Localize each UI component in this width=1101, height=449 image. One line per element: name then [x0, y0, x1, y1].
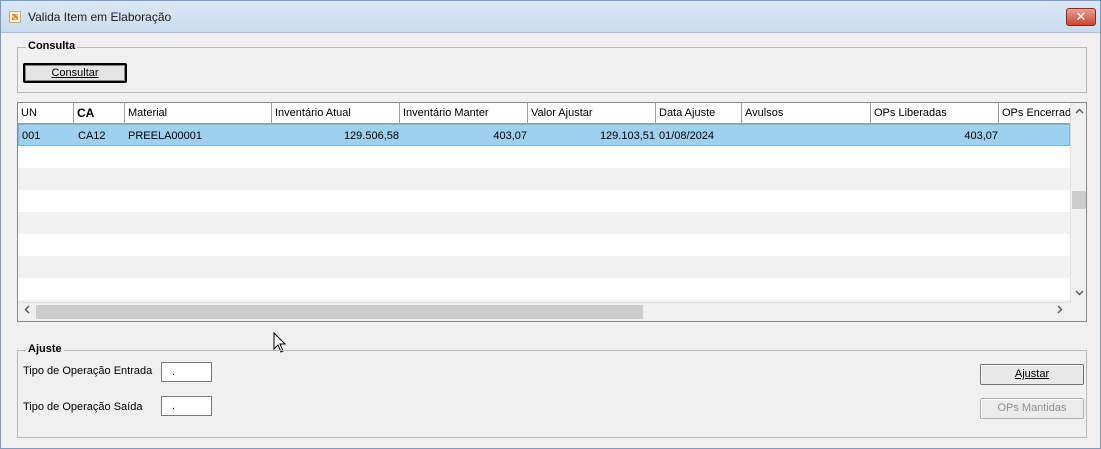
empty-row	[18, 146, 1070, 168]
ajuste-legend: Ajuste	[26, 343, 64, 355]
cell-un: 001	[22, 130, 41, 142]
tipo-operacao-saida-field[interactable]: .	[161, 396, 212, 416]
cell-inventario-manter: 403,07	[493, 130, 527, 142]
horizontal-scrollbar[interactable]	[18, 302, 1070, 321]
col-header-avulsos[interactable]: Avulsos	[742, 103, 871, 123]
title-bar[interactable]: Valida Item em Elaboração ✕	[1, 1, 1100, 33]
app-icon	[9, 11, 21, 23]
main-window: Valida Item em Elaboração ✕ Consulta Con…	[0, 0, 1101, 449]
cell-inventario-atual: 129.506,58	[343, 130, 399, 142]
consultar-button[interactable]: Consultar	[23, 63, 127, 83]
col-header-material[interactable]: Material	[125, 103, 272, 123]
empty-row	[18, 212, 1070, 234]
scroll-left-icon[interactable]	[19, 304, 35, 320]
ops-mantidas-button-label: OPs Mantidas	[997, 402, 1067, 414]
cell-ops-liberadas: 403,07	[964, 130, 998, 142]
empty-row	[18, 234, 1070, 256]
scroll-down-icon[interactable]	[1071, 286, 1086, 302]
cell-data-ajuste: 01/08/2024	[659, 130, 715, 142]
consulta-groupbox: Consulta	[17, 40, 1087, 93]
results-grid[interactable]: UN CA Material Inventário Atual Inventár…	[17, 102, 1087, 322]
cell-material: PREELA00001	[128, 130, 202, 142]
empty-row	[18, 278, 1070, 300]
table-row[interactable]: 001 CA12 PREELA00001 129.506,58 403,07 1…	[18, 124, 1070, 146]
consultar-button-label: Consultar	[51, 67, 99, 79]
ajustar-button-label: Ajustar	[1014, 368, 1050, 380]
scroll-right-icon[interactable]	[1052, 304, 1068, 320]
grid-header: UN CA Material Inventário Atual Inventár…	[18, 103, 1070, 124]
cell-ops-encerradas	[1000, 125, 1070, 147]
horizontal-scroll-thumb[interactable]	[36, 305, 643, 319]
scrollbar-corner	[1070, 302, 1086, 321]
close-button[interactable]: ✕	[1066, 8, 1096, 26]
ajustar-button[interactable]: Ajustar	[980, 364, 1084, 385]
empty-row	[18, 168, 1070, 190]
col-header-inventario-atual[interactable]: Inventário Atual	[272, 103, 400, 123]
scroll-up-icon[interactable]	[1071, 104, 1086, 120]
col-header-ca[interactable]: CA	[74, 103, 125, 123]
col-header-inventario-manter[interactable]: Inventário Manter	[400, 103, 528, 123]
col-header-ops-liberadas[interactable]: OPs Liberadas	[871, 103, 999, 123]
vertical-scrollbar[interactable]	[1070, 103, 1086, 302]
col-header-data-ajuste[interactable]: Data Ajuste	[656, 103, 742, 123]
tipo-operacao-entrada-label: Tipo de Operação Entrada	[23, 365, 153, 377]
col-header-valor-ajustar[interactable]: Valor Ajustar	[528, 103, 656, 123]
vertical-scroll-thumb[interactable]	[1072, 191, 1086, 209]
grid-rows: 001 CA12 PREELA00001 129.506,58 403,07 1…	[18, 124, 1070, 302]
cell-ca: CA12	[78, 130, 106, 142]
empty-row	[18, 256, 1070, 278]
tipo-operacao-saida-label: Tipo de Operação Saída	[23, 401, 143, 413]
window-title: Valida Item em Elaboração	[28, 10, 172, 24]
col-header-ops-encerradas[interactable]: OPs Encerradas	[999, 103, 1070, 123]
col-header-un[interactable]: UN	[18, 103, 74, 123]
cell-valor-ajustar: 129.103,51	[599, 130, 655, 142]
consulta-legend: Consulta	[26, 40, 78, 52]
tipo-operacao-entrada-field[interactable]: .	[161, 362, 212, 382]
cell-avulsos	[743, 125, 872, 147]
empty-row	[18, 190, 1070, 212]
ops-mantidas-button[interactable]: OPs Mantidas	[980, 398, 1084, 419]
